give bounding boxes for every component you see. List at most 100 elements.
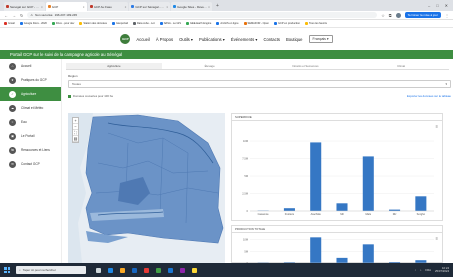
task-view-icon[interactable] — [96, 267, 101, 273]
new-tab-button[interactable]: + — [213, 3, 222, 9]
bookmark-item[interactable]: Gmail — [4, 22, 15, 25]
bookmark-label: Drive - pour dev — [55, 22, 75, 25]
close-tab-icon[interactable]: × — [125, 5, 127, 9]
teams-icon[interactable] — [180, 267, 185, 273]
profile-avatar[interactable] — [395, 12, 401, 18]
nav-item[interactable]: Publications ▾ — [199, 37, 225, 42]
chart-menu-icon[interactable]: ≡ — [436, 124, 438, 129]
bookmark-item[interactable]: Tous les favoris — [305, 22, 327, 25]
bookmark-item[interactable]: GEE-Earth Engine — [186, 22, 211, 25]
url-input[interactable]: ⚠ Non sécurisé 196.207.199.245 — [27, 12, 378, 18]
x-tick-label: Casamce — [258, 212, 270, 216]
star-icon[interactable]: ☆ — [381, 13, 385, 18]
extensions-icon[interactable]: ⧉ — [389, 13, 392, 18]
back-icon[interactable]: ← — [4, 13, 8, 18]
nav-item[interactable]: Outils ▾ — [179, 37, 193, 42]
more-icon[interactable]: ⋮ — [445, 13, 449, 18]
close-tab-icon[interactable]: × — [83, 5, 85, 9]
word-icon[interactable] — [168, 267, 173, 273]
sidebar-item[interactable]: ★ Pratiques du GCP — [0, 73, 61, 87]
bookmark-item[interactable]: Drive - pour dev — [51, 22, 75, 25]
warning-icon: ⚠ — [30, 13, 34, 17]
info-checkbox[interactable] — [68, 94, 71, 98]
tab-label: Google Sites - Développement — [177, 4, 207, 9]
edge-icon[interactable] — [108, 267, 113, 273]
bookmark-icon — [19, 22, 23, 25]
export-link[interactable]: Exporter les données sur le tableau — [407, 94, 451, 98]
store-icon[interactable] — [132, 267, 137, 273]
nav-item[interactable]: Boutique — [286, 37, 303, 42]
chart-menu-icon[interactable]: ≡ — [436, 236, 438, 241]
close-tab-icon[interactable]: × — [41, 5, 43, 9]
app-icon[interactable] — [192, 267, 197, 273]
browser-tab[interactable]: GCP Au Faso × — [87, 2, 129, 11]
content-tab[interactable]: Agriculture — [66, 63, 162, 69]
sidebar-item[interactable]: ▣ Le Portail — [0, 129, 61, 143]
bookmark-label: ArcGIS en ligne — [220, 22, 239, 25]
keyboard-lang[interactable]: FRA — [425, 268, 431, 272]
layers-icon[interactable]: ▤ — [73, 136, 78, 142]
sidebar-item[interactable]: ≈ Eau — [0, 115, 61, 129]
sidebar-item[interactable]: ☁ Climat et Météo — [0, 101, 61, 115]
minimize-icon[interactable]: – — [428, 3, 430, 8]
bar-chart-superficie: 0 2,5M 5M 7,5M 10M Casamce Fruitiers Arachide Mi… — [242, 139, 434, 216]
bookmark-icon — [111, 22, 115, 25]
close-tab-icon[interactable]: × — [166, 5, 168, 9]
sidebar-item[interactable]: ⌂ Accueil — [0, 59, 61, 73]
site-logo[interactable]: GCP — [120, 34, 131, 44]
bookmark-item[interactable]: GCP en production — [274, 22, 300, 25]
bookmark-icon — [305, 22, 309, 25]
bookmark-icon — [243, 22, 247, 25]
nav-item[interactable]: Accueil — [136, 37, 150, 42]
content-tab[interactable]: Climat — [353, 63, 449, 69]
browser-tab[interactable]: GCP × — [45, 2, 87, 11]
forward-icon[interactable]: → — [12, 13, 16, 18]
content-tab[interactable]: Intrants et Semences — [258, 63, 354, 69]
browser-tab[interactable]: GCP sur Sénégal - Google× — [129, 2, 171, 11]
bookmark-item[interactable]: SEMAFOR - Open — [243, 22, 269, 25]
update-button[interactable]: Terminer la mise à jour — [404, 12, 441, 18]
browser-tab[interactable]: Sénégal sur GCP - GCP dev× — [4, 2, 45, 11]
taskbar-search[interactable]: ⌕ Taper ici pour rechercher — [16, 266, 86, 274]
sidebar-item[interactable]: ⇆ Ressources et Liens — [0, 143, 61, 157]
maximize-icon[interactable]: □ — [436, 3, 438, 8]
nav-item[interactable]: À Propos — [156, 37, 173, 42]
bookmark-item[interactable]: NASA - Le GIS — [159, 22, 181, 25]
close-window-icon[interactable]: ✕ — [445, 3, 448, 8]
wifi-icon[interactable]: ◔ — [414, 268, 416, 272]
bookmark-item[interactable]: Station des données — [79, 22, 107, 25]
nav-item[interactable]: Événements ▾ — [231, 37, 258, 42]
tab-favicon-icon — [131, 5, 135, 8]
map-view[interactable]: + − ⛶ ▤ — [68, 113, 225, 263]
bookmark-item[interactable]: Géoportail — [111, 22, 128, 25]
chart-title: PRODUCTION TOTALE — [232, 226, 442, 233]
browser-tabs: Sénégal sur GCP - GCP dev×GCP×GCP Au Fas… — [4, 2, 212, 11]
region-select[interactable]: Toutes ▾ — [68, 80, 451, 88]
page-banner: Portail GCP sur le suivi de la campagne … — [0, 50, 453, 59]
reload-icon[interactable]: ↻ — [20, 13, 23, 18]
windows-start-icon[interactable] — [4, 267, 10, 273]
browser-tab[interactable]: Google Sites - Développement× — [171, 2, 212, 11]
folder-icon[interactable] — [120, 267, 125, 273]
bar — [310, 142, 322, 211]
nav-item[interactable]: Contacts — [263, 37, 280, 42]
url-text: 196.207.199.245 — [54, 13, 78, 17]
bar — [336, 203, 348, 211]
bookmark-item[interactable]: ArcGIS en ligne — [216, 22, 239, 25]
url-prefix: Non sécurisé — [35, 13, 53, 17]
chrome-icon[interactable] — [144, 267, 149, 273]
bookmark-item[interactable]: Data cube - Lot — [132, 22, 155, 25]
sidebar-item-icon: ✓ — [9, 90, 16, 98]
volume-icon[interactable]: ♪ — [420, 268, 421, 272]
bookmark-item[interactable]: Google Docs - 2020 — [19, 22, 47, 25]
sidebar-item[interactable]: ✓ Agriculture — [0, 87, 61, 101]
language-select[interactable]: Français ▾ — [308, 35, 333, 43]
bookmark-label: Gmail — [8, 22, 15, 25]
sidebar-item[interactable]: ✉ Contact GCP — [0, 157, 61, 171]
excel-icon[interactable] — [156, 267, 161, 273]
close-tab-icon[interactable]: × — [208, 5, 210, 9]
x-tick-label: Maïs — [365, 212, 371, 216]
content-tab[interactable]: Élevage — [162, 63, 258, 69]
clock[interactable]: 10:24 25/07/2024 — [435, 267, 449, 273]
content-tabs: Agriculture Élevage Intrants et Semences Cl… — [66, 63, 449, 70]
